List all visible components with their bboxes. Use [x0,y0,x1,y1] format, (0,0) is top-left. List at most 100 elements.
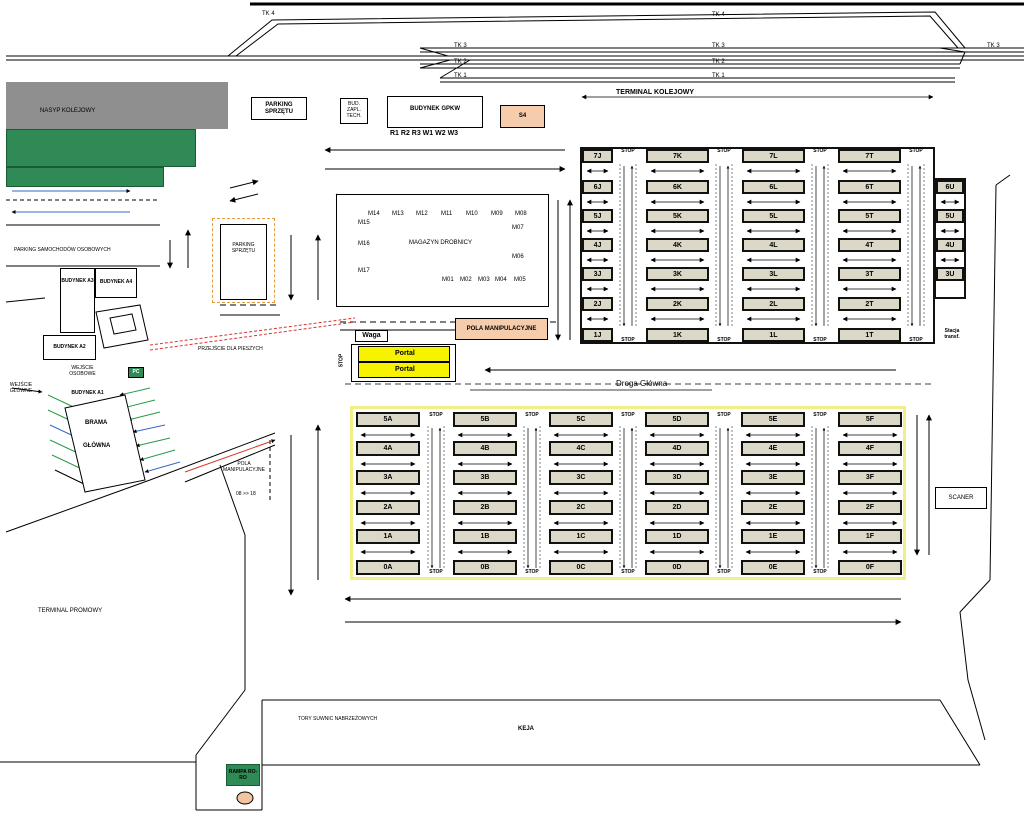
warehouse-bay: M09 [491,211,503,217]
vertical-lane [907,164,925,328]
terminal-promowy: TERMINAL PROMOWY [38,608,103,614]
stop-label: STOP [338,353,345,368]
yard-cell: 3D [645,470,709,485]
track-label-tk1: TK 1 [712,73,725,79]
lane-arrow [650,286,705,292]
lane-arrow [553,432,609,438]
rail-terminal-label: TERMINAL KOLEJOWY [616,89,695,96]
pola-manipulacyjne-left: POLA MANIPULACYJNE [223,461,265,473]
warehouse-bay: M02 [460,277,472,283]
vertical-lane [715,164,733,328]
warehouse-bay: M17 [358,268,370,274]
lane-arrow [746,316,801,322]
stop-label: STOP [909,337,923,343]
lane-arrow [586,168,609,174]
lane-arrow [649,520,705,526]
stop-label: STOP [621,569,635,575]
lane-arrow [650,316,705,322]
yard-cell: 4F [838,441,902,456]
yard-cell: 0A [356,560,420,575]
lane-arrow [842,316,897,322]
gpkw-gates: R1 R2 R3 W1 W2 W3 [390,130,459,137]
extra-column-frame [934,178,966,299]
yard-cell: 5C [549,412,613,427]
lane-arrow [457,520,513,526]
stop-label: STOP [525,569,539,575]
yard-cell: 3C [549,470,613,485]
yard-cell: 0B [453,560,517,575]
yard-cell: 1C [549,529,613,544]
warehouse-bay: M04 [495,277,507,283]
lane-arrow [360,461,416,467]
yard-cell: 1K [646,328,709,342]
yard-cell: 2B [453,500,517,515]
vertical-lane [715,426,733,570]
terminal-map: { "tracks": {"tk4_left":"TK 4","tk4_mid"… [0,0,1024,816]
track-label-tk1: TK 1 [454,73,467,79]
warehouse-bay: M10 [466,211,478,217]
yard-cell: 7T [838,149,901,163]
yard-cell: 2K [646,297,709,311]
warehouse-bay: M06 [512,254,524,260]
yard-cell: 4B [453,441,517,456]
lane-arrow [746,168,801,174]
lane-arrow [586,257,609,263]
parking-osobowych: PARKING SAMOCHODÓW OSOBOWYCH [14,247,111,253]
lane-arrow [746,228,801,234]
yard-cell: 2A [356,500,420,515]
lane-arrow [553,549,609,555]
lane-arrow [842,257,897,263]
yard-cell: 5L [742,209,805,223]
glowna-label: GŁÓWNA [83,443,111,449]
yard-cell: 4L [742,238,805,252]
stop-label: STOP [621,337,635,343]
lane-arrow [746,199,801,205]
yard-cell: 2E [741,500,805,515]
stacja-transf: Stacja transf. [944,328,960,340]
stop-label: STOP [813,148,827,154]
lane-arrow [553,461,609,467]
yard-cell: 1B [453,529,517,544]
yard-cell: 3T [838,267,901,281]
yard-cell: 4D [645,441,709,456]
lane-arrow [745,520,801,526]
yard-cell: 5B [453,412,517,427]
budynek-a4: BUDYNEK A4 [95,268,137,298]
yard-cell: 2T [838,297,901,311]
nasyp-label: NASYP KOLEJOWY [40,108,96,114]
lane-arrow [842,432,898,438]
vertical-lane [811,426,829,570]
warehouse-bay: M12 [416,211,428,217]
lane-arrow [842,490,898,496]
portal-2: Portal [358,362,450,378]
lane-arrow [457,490,513,496]
warehouse-bay: M11 [441,211,453,217]
yard-cell: 0E [741,560,805,575]
yard-cell: 1D [645,529,709,544]
budynek-a2: BUDYNEK A2 [43,335,96,360]
yard-cell: 3A [356,470,420,485]
stop-label: STOP [717,337,731,343]
lane-arrow [745,549,801,555]
track-label-tk2: TK 2 [454,59,467,65]
yard-cell: 6K [646,180,709,194]
stop-label: STOP [717,412,731,418]
yard-cell: 7J [582,149,613,163]
keja-label: KEJA [518,726,535,732]
lane-arrow [457,461,513,467]
magazyn-title: MAGAZYN DROBNICY [409,240,473,246]
track-label-tk3: TK 3 [712,43,725,49]
yard-cell: 2F [838,500,902,515]
yard-cell: 6T [838,180,901,194]
green-area [6,129,196,167]
lane-arrow [649,549,705,555]
lane-arrow [746,286,801,292]
lane-arrow [586,199,609,205]
budynek-gpkw: BUDYNEK GPKW [387,96,483,128]
yard-cell: 3E [741,470,805,485]
yard-cell: 5J [582,209,613,223]
stop-label: STOP [813,569,827,575]
yard-cell: 1E [741,529,805,544]
yard-cell: 4C [549,441,613,456]
yard-cell: 5K [646,209,709,223]
